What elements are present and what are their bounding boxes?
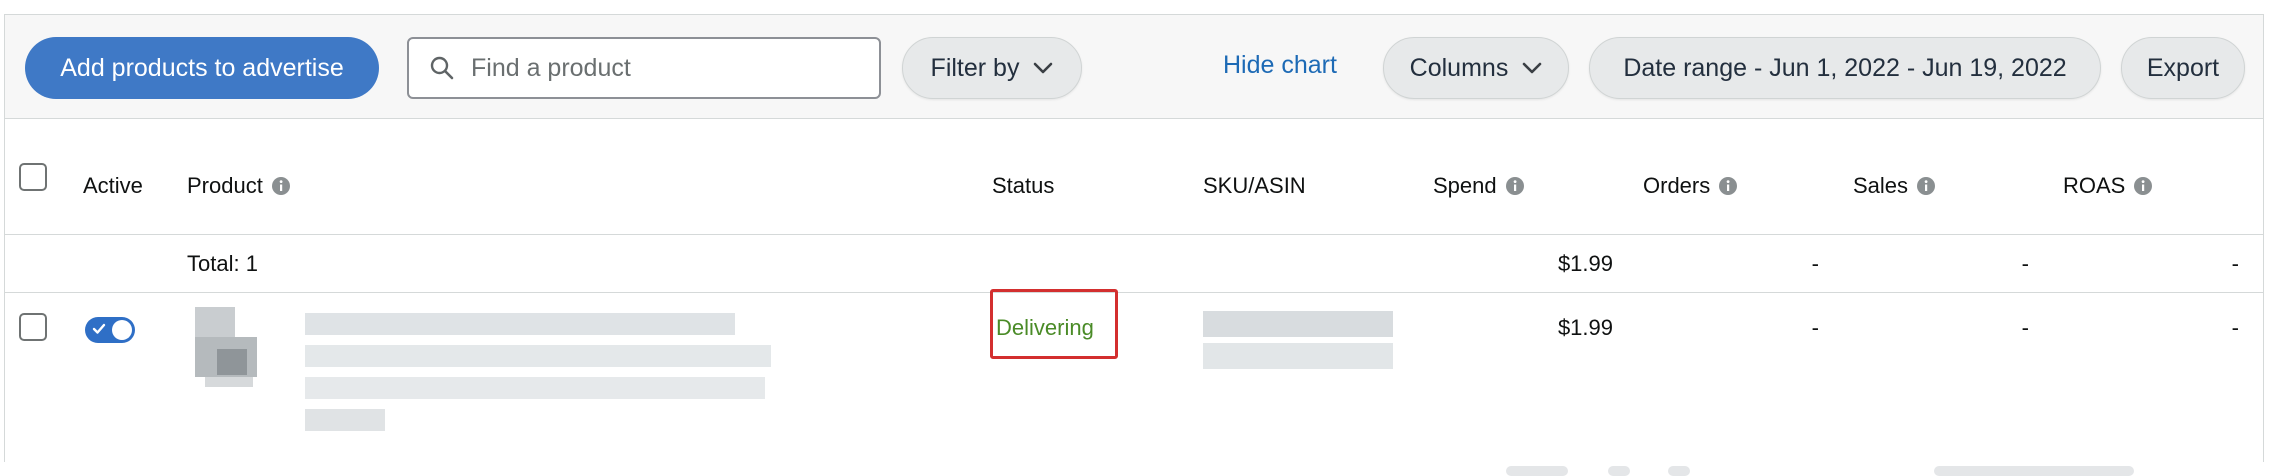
total-spend: $1.99 <box>1557 251 1613 276</box>
columns-button[interactable]: Columns <box>1383 37 1569 99</box>
export-button[interactable]: Export <box>2121 37 2245 99</box>
add-products-label: Add products to advertise <box>60 53 344 82</box>
header-orders[interactable]: Orders <box>1643 173 1738 199</box>
campaign-products-panel: Add products to advertise Filter by Hide… <box>4 14 2264 463</box>
header-orders-label: Orders <box>1643 173 1711 198</box>
info-icon <box>271 176 290 195</box>
header-sales[interactable]: Sales <box>1853 173 1936 199</box>
date-range-button[interactable]: Date range - Jun 1, 2022 - Jun 19, 2022 <box>1589 37 2101 99</box>
status-delivering: Delivering <box>996 315 1094 340</box>
info-icon <box>1719 176 1738 195</box>
header-product-label: Product <box>187 173 263 198</box>
hide-chart-link[interactable]: Hide chart <box>1223 51 1337 80</box>
pagination-control-partial[interactable] <box>1934 466 2134 476</box>
row-select-checkbox[interactable] <box>19 313 47 341</box>
header-sales-label: Sales <box>1853 173 1909 198</box>
toolbar: Add products to advertise Filter by Hide… <box>5 15 2263 119</box>
header-spend-label: Spend <box>1433 173 1497 198</box>
header-spend[interactable]: Spend <box>1433 173 1525 199</box>
info-icon <box>1505 176 1524 195</box>
chevron-down-icon <box>1034 62 1053 74</box>
search-icon <box>430 56 454 80</box>
date-range-label: Date range - Jun 1, 2022 - Jun 19, 2022 <box>1623 53 2067 82</box>
filter-by-label: Filter by <box>930 53 1020 82</box>
row-roas: - <box>2231 315 2239 340</box>
total-row: Total: 1 $1.99 - - - <box>5 235 2263 293</box>
chevron-down-icon <box>1523 62 1542 74</box>
total-orders: - <box>1811 251 1819 276</box>
export-label: Export <box>2146 53 2220 82</box>
total-sales: - <box>2021 251 2029 276</box>
table-header: Active Product Status SKU/ASIN Spend Ord… <box>5 119 2263 235</box>
info-icon <box>1917 176 1936 195</box>
header-status[interactable]: Status <box>992 173 1054 199</box>
select-all-checkbox[interactable] <box>19 163 47 191</box>
header-sku[interactable]: SKU/ASIN <box>1203 173 1306 199</box>
header-product[interactable]: Product <box>187 173 291 199</box>
pagination-control-partial[interactable] <box>1608 466 1630 476</box>
total-label: Total: 1 <box>187 251 258 276</box>
header-roas-label: ROAS <box>2063 173 2126 198</box>
header-active: Active <box>83 173 143 198</box>
columns-label: Columns <box>1409 53 1509 82</box>
header-roas[interactable]: ROAS <box>2063 173 2153 199</box>
pagination-control-partial[interactable] <box>1668 466 1690 476</box>
row-spend: $1.99 <box>1557 315 1613 340</box>
pagination-control-partial[interactable] <box>1506 466 1568 476</box>
active-toggle[interactable] <box>85 317 135 343</box>
check-icon <box>92 323 106 334</box>
filter-by-button[interactable]: Filter by <box>902 37 1082 99</box>
total-roas: - <box>2231 251 2239 276</box>
search-input[interactable] <box>469 52 853 84</box>
info-icon <box>2134 176 2153 195</box>
search-field[interactable] <box>407 37 881 99</box>
table-row: Delivering $1.99 - - - <box>5 289 2263 463</box>
add-products-button[interactable]: Add products to advertise <box>25 37 379 99</box>
toggle-knob <box>112 320 132 340</box>
row-sales: - <box>2021 315 2029 340</box>
row-orders: - <box>1811 315 1819 340</box>
